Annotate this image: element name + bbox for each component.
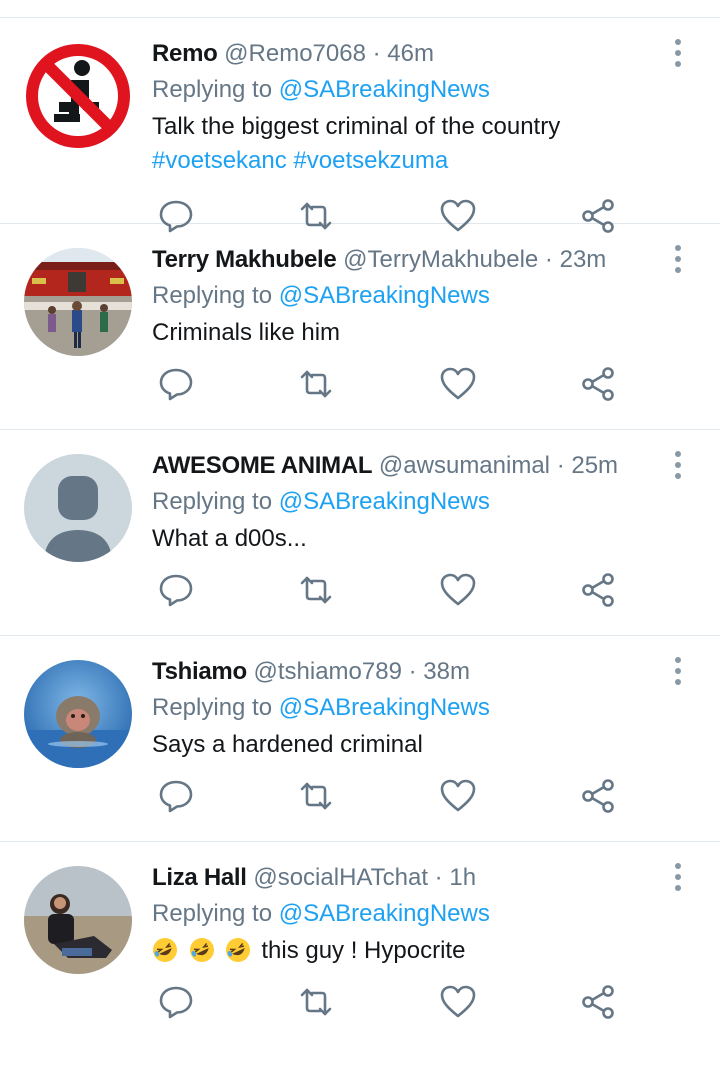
- like-heart-icon[interactable]: [438, 776, 478, 816]
- more-options-icon[interactable]: [670, 244, 686, 274]
- tweet-header: Terry Makhubele @TerryMakhubele · 23m: [152, 244, 660, 276]
- retweet-icon[interactable]: [296, 570, 336, 610]
- timestamp[interactable]: 38m: [423, 658, 470, 685]
- retweet-icon[interactable]: [296, 982, 336, 1022]
- user-handle[interactable]: @awsumanimal: [379, 452, 550, 479]
- rolling-laughing-emoji-icon: [189, 938, 214, 962]
- reply-icon[interactable]: [156, 776, 196, 816]
- tweet-text: What a d00s...: [152, 525, 307, 552]
- avatar[interactable]: [24, 660, 132, 768]
- rolling-laughing-emoji-icon: [153, 938, 177, 962]
- replying-to: Replying to @SABreakingNews: [152, 896, 660, 932]
- square-photo-avatar: [24, 248, 132, 356]
- replying-to: Replying to @SABreakingNews: [152, 484, 660, 520]
- action-bar: [152, 982, 622, 1022]
- like-heart-icon[interactable]: [438, 982, 478, 1022]
- more-options-icon[interactable]: [670, 450, 686, 480]
- separator-dot: ·: [408, 658, 417, 685]
- rolling-laughing-emoji-icon: [226, 938, 251, 962]
- default-profile-icon: [24, 454, 132, 562]
- separator-dot: ·: [372, 40, 381, 67]
- separator-dot: ·: [434, 864, 443, 891]
- tweet-text: Talk the biggest criminal of the country…: [152, 110, 660, 178]
- reply-icon[interactable]: [156, 982, 196, 1022]
- reply-icon[interactable]: [156, 570, 196, 610]
- mention-link[interactable]: @SABreakingNews: [279, 488, 490, 515]
- avatar[interactable]: [24, 248, 132, 356]
- tweet-text: Criminals like him: [152, 319, 341, 346]
- replying-prefix: Replying to: [152, 488, 273, 515]
- hashtag-links[interactable]: #voetsekanc #voetsekzuma: [152, 144, 660, 178]
- display-name[interactable]: Tshiamo: [152, 658, 247, 685]
- reply-icon[interactable]: [156, 364, 196, 404]
- person-photo-avatar: [24, 866, 132, 974]
- tweet-reply[interactable]: Tshiamo @tshiamo789 · 38m Replying to @S…: [0, 636, 720, 842]
- replying-to: Replying to @SABreakingNews: [152, 72, 660, 108]
- tweet-reply[interactable]: Liza Hall @socialHATchat · 1h Replying t…: [0, 842, 720, 1047]
- avatar[interactable]: [24, 42, 132, 150]
- replying-prefix: Replying to: [152, 76, 273, 103]
- tweet-text-line: Talk the biggest criminal of the country: [152, 113, 561, 140]
- user-handle[interactable]: @TerryMakhubele: [343, 246, 538, 273]
- timestamp[interactable]: 25m: [571, 452, 618, 479]
- tweet-reply[interactable]: Terry Makhubele @TerryMakhubele · 23m Re…: [0, 224, 720, 430]
- reply-feed: Remo @Remo7068 · 46m Replying to @SABrea…: [0, 0, 720, 1047]
- tweet-reply[interactable]: Remo @Remo7068 · 46m Replying to @SABrea…: [0, 18, 720, 233]
- share-icon[interactable]: [578, 364, 618, 404]
- mention-link[interactable]: @SABreakingNews: [279, 76, 490, 103]
- avatar[interactable]: [24, 454, 132, 562]
- replying-prefix: Replying to: [152, 694, 273, 721]
- separator-dot: ·: [544, 246, 553, 273]
- tweet-text-line: this guy ! Hypocrite: [261, 937, 466, 964]
- action-bar: [152, 570, 622, 610]
- display-name[interactable]: AWESOME ANIMAL: [152, 452, 373, 479]
- share-icon[interactable]: [578, 982, 618, 1022]
- replying-prefix: Replying to: [152, 282, 273, 309]
- replying-to: Replying to @SABreakingNews: [152, 278, 660, 314]
- user-handle[interactable]: @socialHATchat: [253, 864, 428, 891]
- retweet-icon[interactable]: [296, 364, 336, 404]
- mention-link[interactable]: @SABreakingNews: [279, 900, 490, 927]
- tweet-reply[interactable]: AWESOME ANIMAL @awsumanimal · 25m Replyi…: [0, 430, 720, 636]
- retweet-icon[interactable]: [296, 776, 336, 816]
- tweet-header: Liza Hall @socialHATchat · 1h: [152, 862, 660, 894]
- like-heart-icon[interactable]: [438, 570, 478, 610]
- like-heart-icon[interactable]: [438, 364, 478, 404]
- timestamp[interactable]: 46m: [387, 40, 434, 67]
- tweet-text: Says a hardened criminal: [152, 731, 423, 758]
- share-icon[interactable]: [578, 776, 618, 816]
- mention-link[interactable]: @SABreakingNews: [279, 282, 490, 309]
- tweet-header: AWESOME ANIMAL @awsumanimal · 25m: [152, 450, 660, 482]
- timestamp[interactable]: 23m: [560, 246, 607, 273]
- monkey-photo-avatar: [24, 660, 132, 768]
- display-name[interactable]: Remo: [152, 40, 218, 67]
- tweet-header: Tshiamo @tshiamo789 · 38m: [152, 656, 660, 688]
- more-options-icon[interactable]: [670, 656, 686, 686]
- action-bar: [152, 776, 622, 816]
- tweet-header: Remo @Remo7068 · 46m: [152, 38, 660, 70]
- user-handle[interactable]: @tshiamo789: [253, 658, 401, 685]
- more-options-icon[interactable]: [670, 862, 686, 892]
- replying-to: Replying to @SABreakingNews: [152, 690, 660, 726]
- divider: [0, 0, 720, 18]
- separator-dot: ·: [556, 452, 565, 479]
- share-icon[interactable]: [578, 570, 618, 610]
- mention-link[interactable]: @SABreakingNews: [279, 694, 490, 721]
- replying-prefix: Replying to: [152, 900, 273, 927]
- laughing-emoji-group: [152, 934, 255, 968]
- display-name[interactable]: Liza Hall: [152, 864, 247, 891]
- no-kneeling-sign-icon: [24, 42, 132, 150]
- more-options-icon[interactable]: [670, 38, 686, 68]
- action-bar: [152, 364, 622, 404]
- display-name[interactable]: Terry Makhubele: [152, 246, 337, 273]
- timestamp[interactable]: 1h: [449, 864, 476, 891]
- avatar[interactable]: [24, 866, 132, 974]
- tweet-text: this guy ! Hypocrite: [152, 934, 660, 968]
- user-handle[interactable]: @Remo7068: [224, 40, 366, 67]
